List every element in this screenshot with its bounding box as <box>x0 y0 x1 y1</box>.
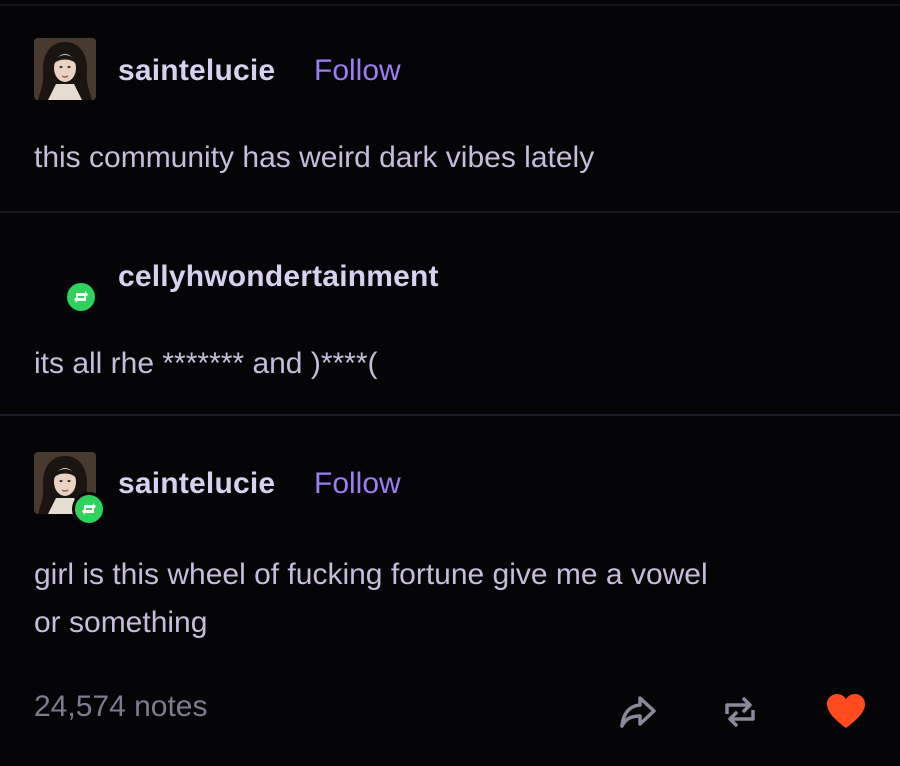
like-heart-icon[interactable] <box>824 690 868 734</box>
tumblr-post-thread: saintelucie Follow this community has we… <box>0 0 900 766</box>
share-icon[interactable] <box>616 690 660 734</box>
follow-button[interactable]: Follow <box>314 54 401 88</box>
post-divider <box>0 211 900 213</box>
username[interactable]: saintelucie <box>118 467 275 501</box>
reblog-badge-icon <box>64 280 98 314</box>
follow-button[interactable]: Follow <box>314 467 401 501</box>
notes-count[interactable]: 24,574 notes <box>34 690 207 724</box>
avatar[interactable] <box>34 38 96 100</box>
top-divider <box>0 4 900 6</box>
username[interactable]: saintelucie <box>118 54 275 88</box>
post-text: this community has weird dark vibes late… <box>34 141 595 174</box>
post-divider <box>0 414 900 416</box>
username[interactable]: cellyhwondertainment <box>118 260 439 294</box>
reblog-badge-icon <box>72 492 106 526</box>
reblog-icon[interactable] <box>718 690 762 734</box>
post-text-line: girl is this wheel of fucking fortune gi… <box>34 558 708 591</box>
post-text: its all rhe ******* and )****( <box>34 347 378 380</box>
post-text-line: or something <box>34 606 208 639</box>
